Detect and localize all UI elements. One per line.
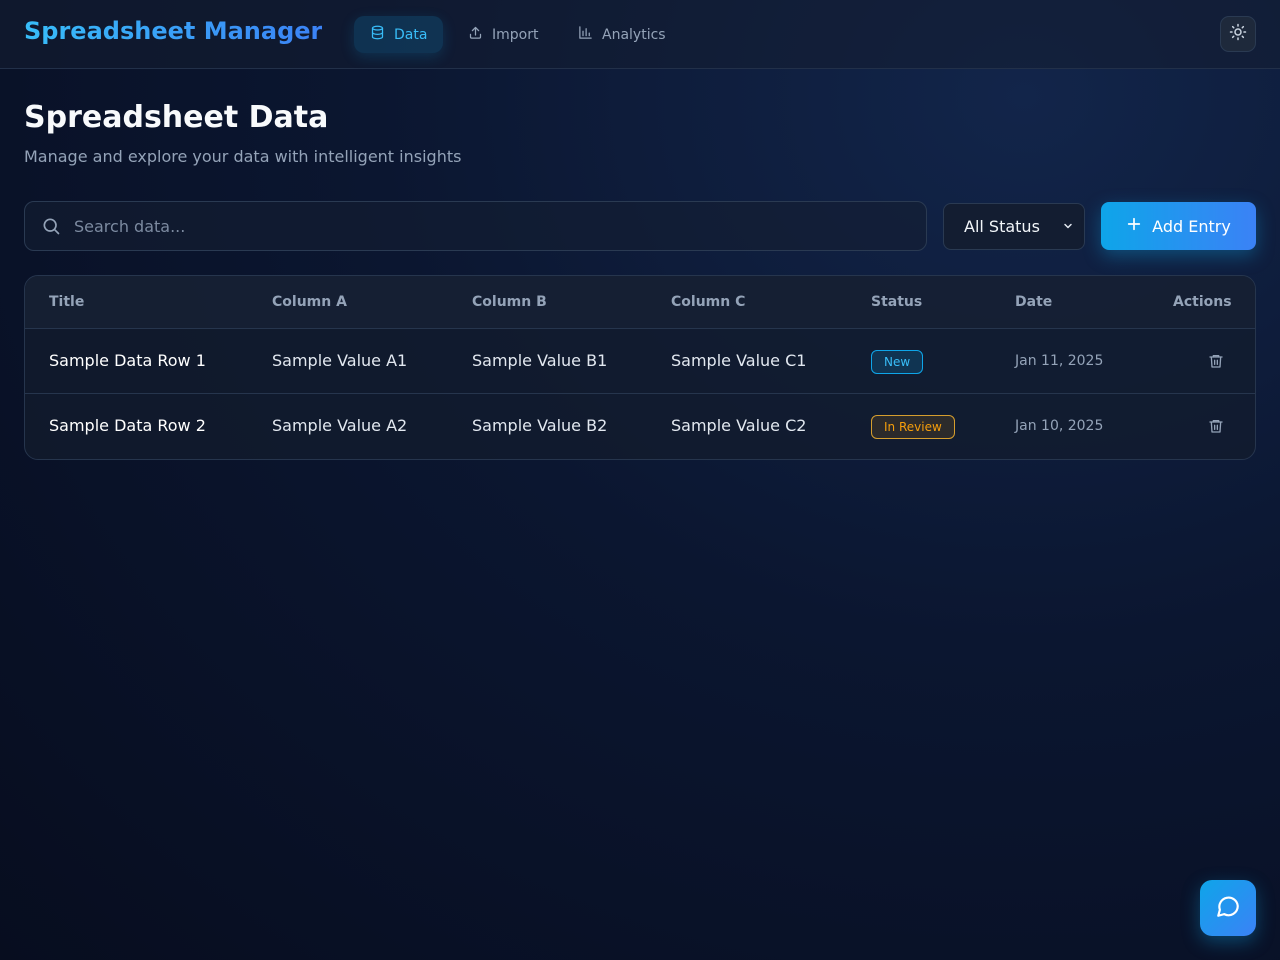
page-subtitle: Manage and explore your data with intell… xyxy=(24,147,462,166)
add-entry-label: Add Entry xyxy=(1152,216,1231,236)
chevron-down-icon xyxy=(1062,217,1074,236)
tab-data[interactable]: Data xyxy=(354,16,444,53)
database-icon xyxy=(370,25,385,44)
status-filter-value: All Status xyxy=(964,217,1040,236)
chat-icon xyxy=(1215,893,1241,923)
table-row[interactable]: Sample Data Row 1 Sample Value A1 Sample… xyxy=(25,329,1255,394)
tab-label: Data xyxy=(394,26,428,43)
chat-button[interactable] xyxy=(1200,880,1256,936)
header-column-b: Column B xyxy=(472,294,547,310)
theme-toggle-button[interactable] xyxy=(1220,16,1256,52)
header-status: Status xyxy=(871,294,923,310)
cell-title: Sample Data Row 2 xyxy=(49,416,206,435)
tab-analytics[interactable]: Analytics xyxy=(562,16,682,53)
search-box xyxy=(24,201,927,251)
cell-title: Sample Data Row 1 xyxy=(49,351,206,370)
bar-chart-icon xyxy=(578,25,593,44)
tab-label: Analytics xyxy=(602,26,666,43)
status-filter-select[interactable]: All Status xyxy=(943,203,1085,250)
cell-date: Jan 11, 2025 xyxy=(1015,353,1104,369)
trash-icon[interactable] xyxy=(1208,352,1224,370)
status-badge: In Review xyxy=(871,415,955,439)
search-input[interactable] xyxy=(74,202,926,250)
top-navbar: Spreadsheet Manager Data Import Analytic… xyxy=(0,0,1280,69)
cell-column-a: Sample Value A1 xyxy=(272,351,408,370)
data-table: Title Column A Column B Column C Status … xyxy=(24,275,1256,460)
plus-icon xyxy=(1126,216,1142,236)
tab-import[interactable]: Import xyxy=(452,16,554,53)
status-badge: New xyxy=(871,350,924,374)
trash-icon[interactable] xyxy=(1208,417,1224,435)
header-date: Date xyxy=(1015,294,1053,310)
cell-column-b: Sample Value B1 xyxy=(472,351,608,370)
search-icon xyxy=(41,216,61,236)
header-column-c: Column C xyxy=(671,294,746,310)
add-entry-button[interactable]: Add Entry xyxy=(1101,202,1256,250)
cell-column-b: Sample Value B2 xyxy=(472,416,608,435)
upload-icon xyxy=(468,25,483,44)
sun-icon xyxy=(1229,23,1247,45)
app-title: Spreadsheet Manager xyxy=(24,17,323,45)
cell-column-a: Sample Value A2 xyxy=(272,416,408,435)
cell-column-c: Sample Value C1 xyxy=(671,351,807,370)
header-actions: Actions xyxy=(1173,294,1232,310)
cell-column-c: Sample Value C2 xyxy=(671,416,807,435)
header-column-a: Column A xyxy=(272,294,347,310)
header-title: Title xyxy=(49,294,85,310)
cell-date: Jan 10, 2025 xyxy=(1015,418,1104,434)
table-header: Title Column A Column B Column C Status … xyxy=(25,276,1255,329)
table-row[interactable]: Sample Data Row 2 Sample Value A2 Sample… xyxy=(25,394,1255,459)
tab-label: Import xyxy=(492,26,539,43)
page-title: Spreadsheet Data xyxy=(24,100,329,135)
